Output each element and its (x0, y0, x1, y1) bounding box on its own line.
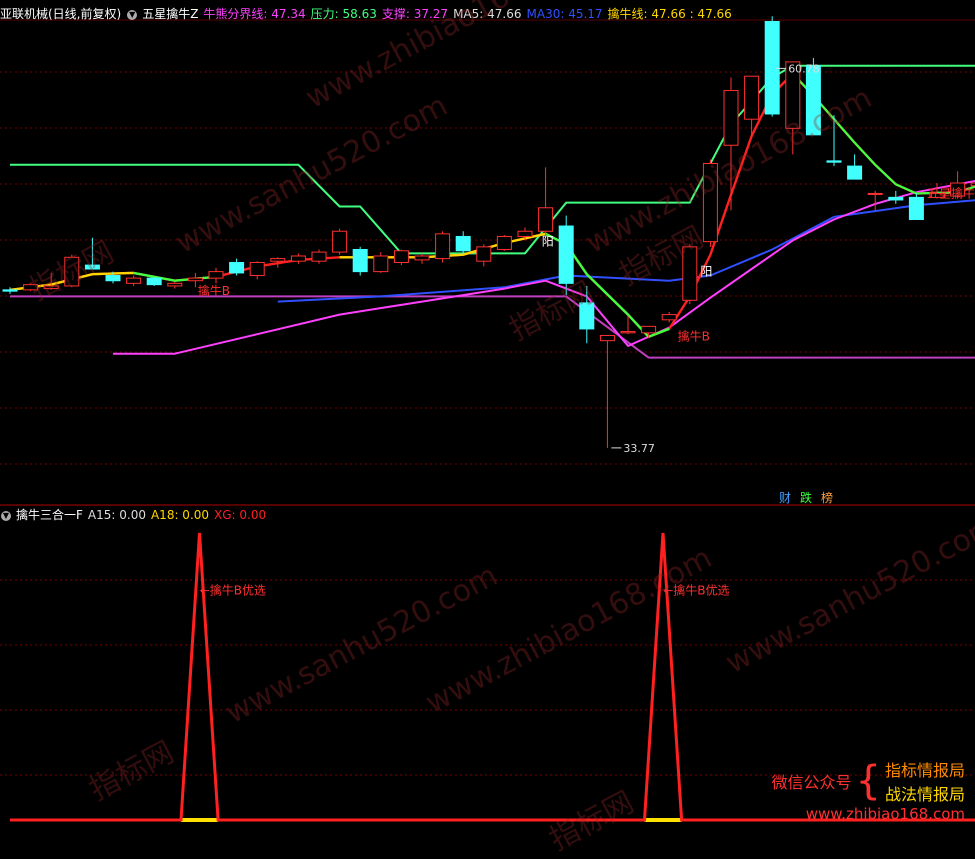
candle-body (332, 230, 348, 253)
series-line-支撑 (10, 295, 975, 359)
candle-body (249, 262, 265, 277)
candle-body (187, 277, 203, 282)
main-indicator-name[interactable]: 五星擒牛Z (142, 7, 198, 21)
main-indicator-value-4: MA30: 45.17 (526, 7, 603, 21)
candle-body (744, 75, 760, 120)
xg-signal-label: ←擒牛B优选 (200, 582, 266, 597)
main-indicator-value-1: 压力: 58.63 (310, 7, 377, 21)
main-indicator-value-5: 擒牛线: 47.66 : 47.66 (607, 7, 732, 21)
candle-body (455, 235, 471, 252)
candle-body (146, 277, 162, 286)
main-indicator-values: 牛熊分界线: 47.34 压力: 58.63 支撑: 37.27 MA5: 47.66… (203, 7, 736, 21)
candle-body (84, 264, 100, 270)
candle-body (229, 262, 245, 274)
candle-body (620, 331, 636, 334)
candle-body (847, 165, 863, 180)
sub-indicator-value-1: A18: 0.00 (150, 508, 210, 522)
candle-body (126, 277, 142, 284)
candle-body (290, 255, 306, 262)
signal-marker: 擒牛B (678, 329, 710, 344)
candle-body (908, 196, 924, 221)
info-badge: 财 (779, 491, 791, 505)
candle-body (270, 258, 286, 262)
brand-label: 微信公众号 (771, 773, 852, 792)
sub-indicator-value-2: XG: 0.00 (214, 508, 267, 522)
candle-body (826, 160, 842, 163)
brand-name-1: 指标情报局 (884, 761, 965, 780)
sub-indicator-values: A15: 0.00 A18: 0.00 XG: 0.00 (88, 508, 271, 522)
signal-marker: 阳 (700, 265, 712, 279)
brand-name-2: 战法情报局 (884, 785, 965, 804)
main-indicator-value-3: MA5: 47.66 (453, 7, 522, 21)
main-indicator-value-0: 牛熊分界线: 47.34 (203, 7, 306, 21)
signal-marker: 五星擒牛 (927, 185, 975, 200)
candle-body (558, 225, 574, 284)
candle-body (867, 192, 883, 195)
chart-canvas: 60.78 33.77 擒牛B 阳擒牛B 阳 五星擒牛财跌榜 ←擒牛B优选 ←擒牛B优选 (0, 16, 975, 822)
candle-body (599, 334, 615, 342)
candle-body (2, 289, 18, 292)
series-line-MA30 (277, 199, 975, 303)
candle-body (414, 255, 430, 261)
candle-body (208, 271, 224, 279)
candle-body (661, 314, 677, 321)
candle-body (970, 182, 975, 187)
sub-indicator-value-0: A15: 0.00 (87, 508, 146, 522)
info-badge: 榜 (821, 490, 833, 505)
candle-body (641, 325, 657, 334)
candle-body (682, 246, 698, 301)
brand-brace: { (855, 758, 881, 804)
brand-block: 微信公众号 { 指标情报局 战法情报局 www.zhibiao168.com (772, 757, 965, 823)
series-line-压力 (10, 64, 975, 255)
candle-body (888, 196, 904, 201)
candle-body (311, 251, 327, 262)
series-line-highlight-green (133, 271, 217, 282)
main-indicator-value-2: 支撑: 37.27 (381, 7, 449, 21)
candle-body (517, 230, 533, 237)
candle-body (476, 246, 492, 262)
candle-body (764, 20, 780, 115)
sub-indicator-menu-icon[interactable]: ▼ (1, 510, 11, 521)
candle-body (43, 285, 59, 290)
indicator-menu-icon[interactable]: ▼ (127, 9, 138, 20)
sub-chart-header: ▼ 擒牛三合一F A15: 0.00 A18: 0.00 XG: 0.00 (0, 505, 276, 525)
candle-body (352, 248, 368, 273)
candle-body (723, 90, 739, 146)
xg-signal-label: ←擒牛B优选 (663, 582, 729, 597)
sub-indicator-name[interactable]: 擒牛三合一F (16, 508, 83, 522)
candle-body (167, 282, 183, 287)
signal-marker: 擒牛B (198, 283, 230, 298)
candle-body (393, 250, 409, 263)
candle-body (105, 275, 121, 282)
candle-body (805, 65, 821, 136)
stock-title[interactable]: 亚联机械(日线,前复权) (0, 7, 121, 21)
min-price-label: 33.77 (623, 442, 655, 455)
info-badge: 跌 (800, 490, 812, 505)
brand-url: www.zhibiao168.com (805, 805, 965, 823)
candle-body (373, 255, 389, 273)
candle-body (64, 256, 80, 287)
candle-body (538, 207, 554, 232)
candle-body (496, 235, 512, 250)
signal-marker: 阳 (542, 235, 554, 249)
candle-body (435, 233, 451, 260)
max-price-label: 60.78 (788, 62, 820, 75)
main-chart-header: 亚联机械(日线,前复权) ▼ 五星擒牛Z 牛熊分界线: 47.34 压力: 58.63 支… (0, 4, 742, 24)
candle-body (23, 284, 39, 291)
candle-body (702, 162, 718, 243)
candle-body (579, 302, 595, 330)
